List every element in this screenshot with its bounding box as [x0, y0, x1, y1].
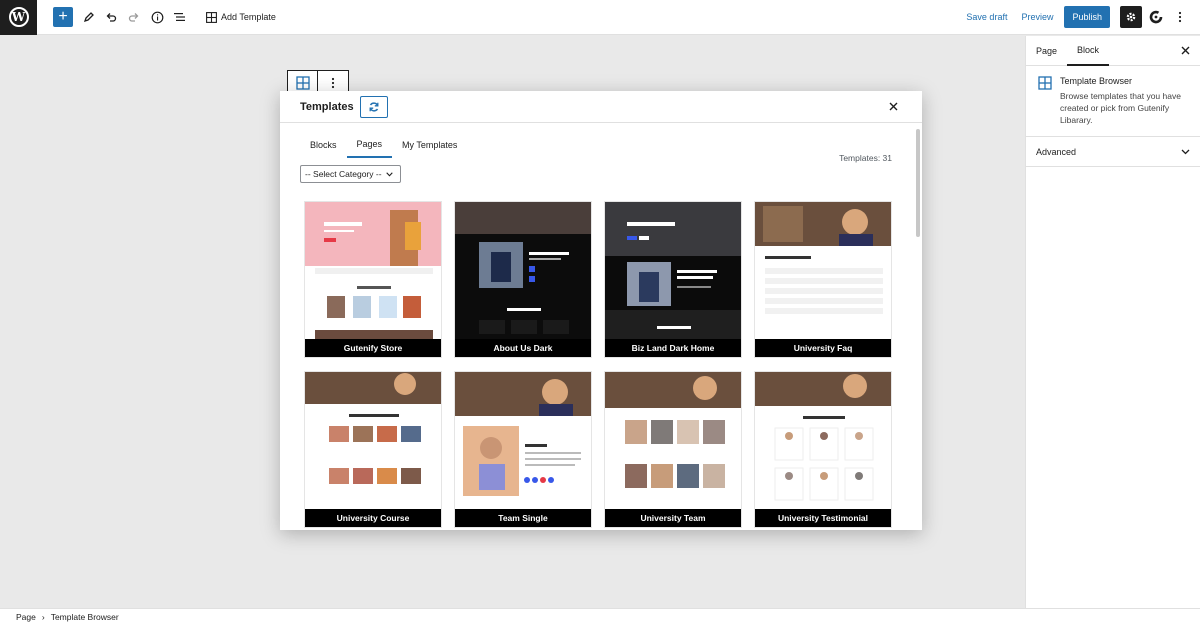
block-card: Template Browser Browse templates that y…: [1026, 66, 1200, 137]
template-card[interactable]: Biz Land Dark Home: [604, 201, 742, 358]
template-grid-icon: [1038, 76, 1052, 90]
templates-modal: Templates Blocks Pages My Templates Temp…: [280, 91, 922, 530]
gear-icon: [1126, 12, 1136, 22]
template-thumbnail: [455, 202, 591, 341]
more-vertical-icon: [331, 77, 335, 89]
list-view-icon: [173, 13, 185, 21]
template-name: University Testimonial: [755, 509, 891, 527]
template-grid-icon: [206, 11, 217, 23]
close-icon: [1181, 46, 1190, 55]
block-card-title: Template Browser: [1060, 76, 1133, 86]
preview-button[interactable]: Preview: [1014, 12, 1060, 22]
redo-button[interactable]: [127, 7, 141, 27]
tab-block[interactable]: Block: [1067, 36, 1110, 66]
template-card[interactable]: About Us Dark: [454, 201, 592, 358]
modal-header: Templates: [280, 91, 922, 123]
save-draft-button[interactable]: Save draft: [959, 12, 1014, 22]
gutenify-button[interactable]: [1144, 6, 1168, 28]
template-thumbnail: [605, 202, 741, 341]
template-thumbnail: [755, 202, 891, 314]
info-icon: [151, 11, 163, 23]
more-vertical-icon: [1178, 11, 1182, 23]
block-card-description: Browse templates that you have created o…: [1060, 91, 1181, 125]
templates-count: Templates: 31: [839, 153, 892, 163]
tab-page[interactable]: Page: [1026, 36, 1067, 66]
chevron-right-icon: ›: [41, 611, 45, 622]
close-modal-button[interactable]: [889, 100, 898, 114]
template-thumbnail: [755, 372, 891, 501]
template-name: Gutenify Store: [305, 339, 441, 357]
modal-scrollbar[interactable]: [916, 129, 920, 237]
tab-blocks[interactable]: Blocks: [300, 132, 347, 158]
list-view-button[interactable]: [172, 7, 186, 27]
template-thumbnail: [305, 202, 441, 341]
template-card[interactable]: Gutenify Store: [304, 201, 442, 358]
modal-title: Templates: [300, 100, 354, 113]
pen-tool-button[interactable]: [82, 7, 96, 27]
close-sidebar-button[interactable]: [1181, 44, 1190, 58]
wordpress-icon: W: [8, 7, 29, 27]
template-card[interactable]: University Faq: [754, 201, 892, 358]
options-menu-button[interactable]: [1168, 6, 1192, 28]
template-name: Biz Land Dark Home: [605, 339, 741, 357]
refresh-button[interactable]: [359, 95, 388, 118]
template-name: University Team: [605, 509, 741, 527]
modal-body: Blocks Pages My Templates Templates: 31 …: [280, 124, 912, 530]
template-card[interactable]: University Testimonial: [754, 371, 892, 528]
template-thumbnail: [605, 372, 741, 488]
tab-my-templates[interactable]: My Templates: [392, 132, 467, 158]
template-card[interactable]: University Team: [604, 371, 742, 528]
document-title[interactable]: Add Template: [206, 7, 276, 27]
category-select-value: -- Select Category --: [305, 169, 382, 179]
pen-icon: [83, 12, 94, 23]
settings-sidebar: Page Block Template Browser Browse templ…: [1025, 36, 1200, 608]
close-icon: [889, 102, 898, 111]
publish-button[interactable]: Publish: [1064, 6, 1110, 28]
details-button[interactable]: [150, 7, 164, 27]
undo-icon: [106, 13, 117, 22]
advanced-panel-toggle[interactable]: Advanced: [1026, 137, 1200, 167]
wordpress-logo-button[interactable]: W: [0, 0, 37, 35]
template-name: Team Single: [455, 509, 591, 527]
advanced-label: Advanced: [1036, 146, 1077, 157]
chevron-down-icon: [385, 171, 393, 177]
tab-pages[interactable]: Pages: [346, 132, 393, 158]
template-grid-icon: [295, 76, 310, 90]
template-tabs: Blocks Pages My Templates: [300, 132, 467, 158]
settings-button[interactable]: [1120, 6, 1142, 28]
add-block-button[interactable]: +: [53, 7, 73, 27]
category-select[interactable]: -- Select Category --: [300, 165, 401, 183]
top-toolbar: W + Add Template Save draft Preview Publ…: [0, 0, 1200, 35]
breadcrumb: Page › Template Browser: [0, 608, 1200, 624]
refresh-icon: [369, 101, 379, 112]
template-name: University Faq: [755, 339, 891, 357]
template-thumbnail: [305, 372, 441, 484]
document-title-label: Add Template: [221, 12, 276, 22]
breadcrumb-root[interactable]: Page: [16, 612, 36, 622]
chevron-down-icon: [1181, 149, 1190, 154]
undo-button[interactable]: [104, 7, 118, 27]
breadcrumb-current[interactable]: Template Browser: [51, 612, 119, 622]
redo-icon: [128, 13, 139, 22]
template-card[interactable]: University Course: [304, 371, 442, 528]
template-name: About Us Dark: [455, 339, 591, 357]
gutenify-logo-icon: [1149, 10, 1163, 24]
template-name: University Course: [305, 509, 441, 527]
template-thumbnail: [455, 372, 591, 496]
template-card[interactable]: Team Single: [454, 371, 592, 528]
sidebar-tabs: Page Block: [1026, 36, 1200, 66]
